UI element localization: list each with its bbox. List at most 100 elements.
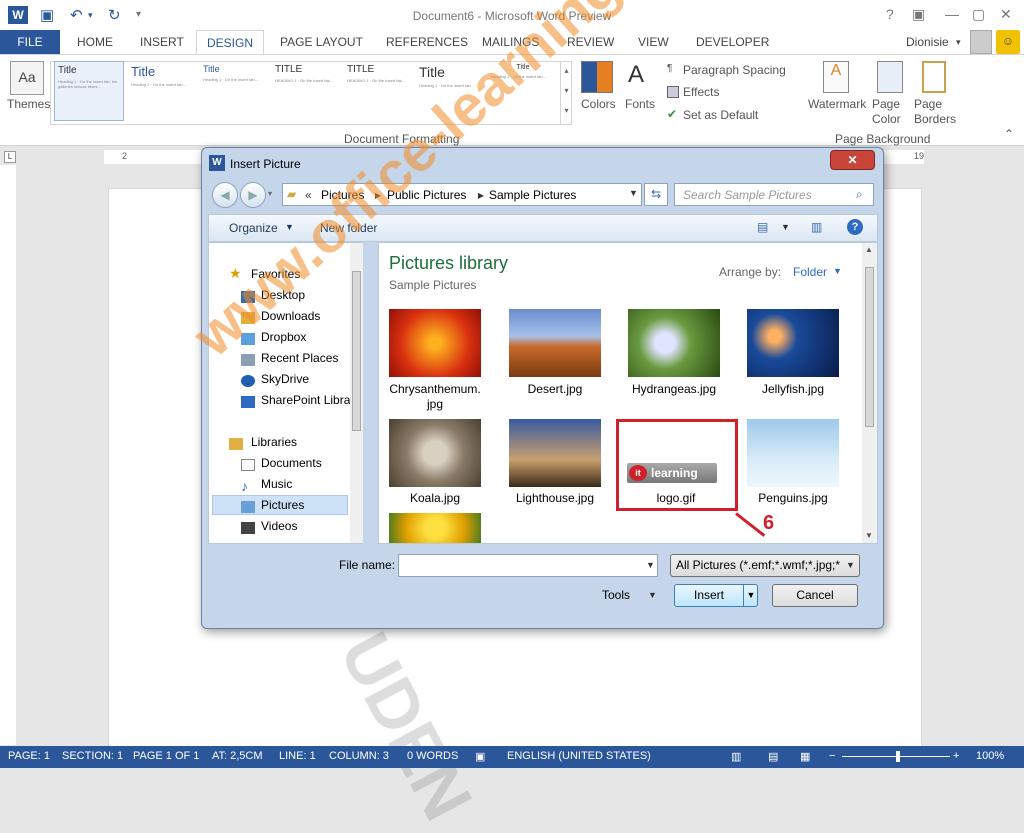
nav-sharepoint[interactable]: SharePoint Librar xyxy=(261,393,361,407)
nav-desktop[interactable]: Desktop xyxy=(261,288,305,302)
colors-button[interactable]: Colors xyxy=(581,97,616,111)
fonts-icon[interactable]: A xyxy=(628,61,644,89)
tab-review[interactable]: REVIEW xyxy=(567,35,614,49)
breadcrumb-item[interactable]: Sample Pictures xyxy=(489,188,576,202)
user-name[interactable]: Dionisie xyxy=(906,35,949,49)
zoom-out-icon[interactable]: − xyxy=(829,750,835,762)
file-name-dropdown-icon[interactable]: ▼ xyxy=(646,560,655,570)
back-icon[interactable]: ◀ xyxy=(212,182,238,208)
organize-button[interactable]: Organize xyxy=(229,221,278,235)
style-set-thumb[interactable]: Title Heading 1 · On the Insert tab... xyxy=(416,61,486,121)
tulips-thumbnail[interactable] xyxy=(389,513,481,543)
file-name[interactable]: Hydrangeas.jpg xyxy=(614,382,734,396)
status-language[interactable]: ENGLISH (UNITED STATES) xyxy=(507,750,651,762)
proofing-icon[interactable]: ▣ xyxy=(475,750,485,763)
tab-selector-icon[interactable]: L xyxy=(4,151,16,163)
style-set-thumb[interactable]: Title Heading 1 · On the Insert tab, the … xyxy=(54,61,124,121)
status-line[interactable]: LINE: 1 xyxy=(279,750,316,762)
insert-dropdown-icon[interactable]: ▼ xyxy=(743,585,758,606)
tab-mailings[interactable]: MAILINGS xyxy=(482,35,539,49)
zoom-slider-thumb[interactable] xyxy=(896,751,900,762)
read-mode-icon[interactable]: ▥ xyxy=(731,750,741,763)
style-set-thumb[interactable]: Title Heading 1 · On the Insert tab... xyxy=(200,61,270,121)
tab-references[interactable]: REFERENCES xyxy=(386,35,468,49)
close-dialog-button[interactable]: ✕ xyxy=(830,150,875,170)
collapse-ribbon-icon[interactable]: ⌃ xyxy=(1004,127,1014,141)
breadcrumb-item[interactable]: Public Pictures xyxy=(387,188,466,202)
lighthouse-thumbnail[interactable] xyxy=(509,419,601,487)
style-set-thumb[interactable]: Title Heading 1 · On the Insert tab... xyxy=(488,61,558,121)
paragraph-spacing-button[interactable]: Paragraph Spacing xyxy=(683,63,786,77)
tab-file[interactable]: FILE xyxy=(0,30,60,54)
koala-thumbnail[interactable] xyxy=(389,419,481,487)
search-input[interactable]: Search Sample Pictures xyxy=(674,183,874,206)
style-set-thumb[interactable]: Title Heading 1 · On the Insert tab... xyxy=(128,61,198,121)
nav-libraries[interactable]: Libraries xyxy=(251,435,297,449)
page-color-icon[interactable] xyxy=(877,61,903,93)
nav-pictures[interactable]: Pictures xyxy=(261,498,304,512)
watermark-icon[interactable]: A xyxy=(823,61,849,93)
arrange-dropdown-icon[interactable]: ▼ xyxy=(833,266,842,276)
history-dropdown-icon[interactable]: ▾ xyxy=(268,189,272,198)
help-icon[interactable]: ? xyxy=(847,219,863,235)
file-name[interactable]: Jellyfish.jpg xyxy=(733,382,853,396)
forward-icon[interactable]: ▶ xyxy=(240,182,266,208)
nav-downloads[interactable]: Downloads xyxy=(261,309,320,323)
logo-thumbnail[interactable]: it learning xyxy=(627,463,717,483)
status-words[interactable]: 0 WORDS xyxy=(407,750,458,762)
cancel-button[interactable]: Cancel xyxy=(772,584,858,607)
arrange-by-dropdown[interactable]: Folder xyxy=(793,265,827,279)
set-as-default-button[interactable]: Set as Default xyxy=(683,108,758,122)
file-name[interactable]: Penguins.jpg xyxy=(733,491,853,505)
hydrangeas-thumbnail[interactable] xyxy=(628,309,720,377)
tab-page-layout[interactable]: PAGE LAYOUT xyxy=(280,35,363,49)
minimize-icon[interactable]: — xyxy=(945,6,959,22)
status-page-of[interactable]: PAGE 1 OF 1 xyxy=(133,750,199,762)
jellyfish-thumbnail[interactable] xyxy=(747,309,839,377)
file-list-scrollbar[interactable]: ▲ ▼ xyxy=(862,243,877,543)
zoom-in-icon[interactable]: + xyxy=(953,750,959,762)
organize-dropdown-icon[interactable]: ▼ xyxy=(285,222,294,232)
address-bar[interactable]: ▰ « Pictures ▸ Public Pictures ▸ Sample … xyxy=(282,183,642,206)
desert-thumbnail[interactable] xyxy=(509,309,601,377)
tab-design[interactable]: DESIGN xyxy=(196,30,264,55)
tab-home[interactable]: HOME xyxy=(77,35,113,49)
web-layout-icon[interactable]: ▦ xyxy=(800,750,810,763)
effects-button[interactable]: Effects xyxy=(683,85,719,99)
refresh-icon[interactable]: ⇆ xyxy=(644,183,668,206)
maximize-icon[interactable]: ▢ xyxy=(972,6,985,23)
status-page[interactable]: PAGE: 1 xyxy=(8,750,50,762)
close-window-icon[interactable]: ✕ xyxy=(1000,6,1012,23)
fonts-button[interactable]: Fonts xyxy=(625,97,655,111)
new-folder-button[interactable]: New folder xyxy=(320,221,377,235)
nav-skydrive[interactable]: SkyDrive xyxy=(261,372,309,386)
tab-insert[interactable]: INSERT xyxy=(140,35,184,49)
status-at[interactable]: AT: 2,5CM xyxy=(212,750,263,762)
tools-dropdown-icon[interactable]: ▼ xyxy=(648,590,657,600)
ribbon-display-icon[interactable]: ▣ xyxy=(912,6,925,23)
nav-recent-places[interactable]: Recent Places xyxy=(261,351,338,365)
vertical-ruler[interactable] xyxy=(0,165,16,745)
view-icon[interactable]: ▤ xyxy=(757,220,768,234)
file-name[interactable]: Chrysanthemum. jpg xyxy=(375,382,495,412)
penguins-thumbnail[interactable] xyxy=(747,419,839,487)
file-name[interactable]: logo.gif xyxy=(616,491,736,505)
tools-button[interactable]: Tools xyxy=(602,588,630,602)
nav-documents[interactable]: Documents xyxy=(261,456,322,470)
user-dropdown-icon[interactable]: ▾ xyxy=(956,37,961,48)
print-layout-icon[interactable]: ▤ xyxy=(768,750,778,763)
insert-button[interactable]: Insert ▼ xyxy=(674,584,758,607)
page-color-button[interactable]: Page Color xyxy=(872,97,912,127)
smiley-icon[interactable]: ☺ xyxy=(996,30,1020,54)
nav-scrollbar[interactable] xyxy=(350,243,363,543)
address-dropdown-icon[interactable]: ▼ xyxy=(629,188,638,198)
view-dropdown-icon[interactable]: ▼ xyxy=(781,222,790,232)
status-column[interactable]: COLUMN: 3 xyxy=(329,750,389,762)
nav-favorites[interactable]: Favorites xyxy=(251,267,300,281)
watermark-button[interactable]: Watermark xyxy=(808,97,866,111)
tab-developer[interactable]: DEVELOPER xyxy=(696,35,769,49)
preview-pane-icon[interactable]: ▥ xyxy=(811,220,822,234)
page-borders-icon[interactable] xyxy=(922,61,946,93)
file-name[interactable]: Koala.jpg xyxy=(375,491,495,505)
themes-button[interactable]: Themes xyxy=(7,97,50,111)
